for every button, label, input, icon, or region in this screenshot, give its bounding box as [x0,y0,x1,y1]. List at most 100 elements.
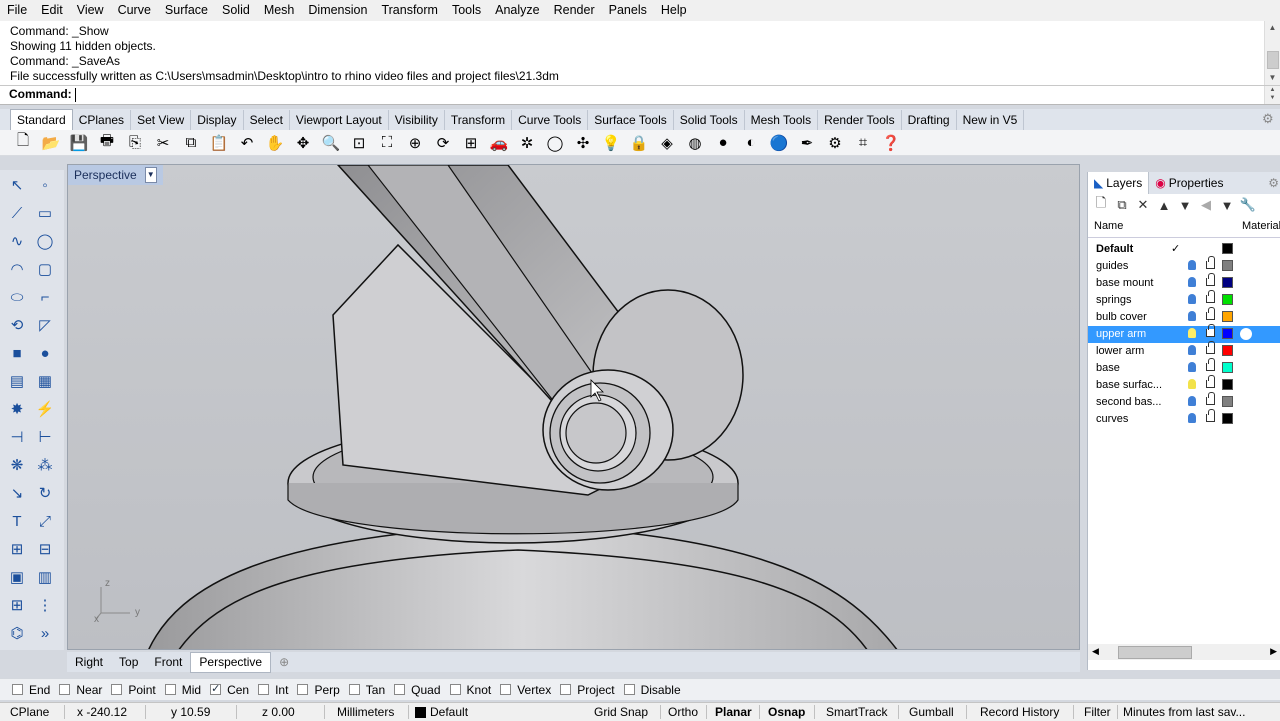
circle-icon[interactable]: ◯ [34,230,56,252]
point-icon[interactable]: ✣ [572,132,594,154]
perspective-viewport[interactable]: z y x Perspective ▼ [67,164,1080,650]
status-units[interactable]: Millimeters [337,703,394,721]
ortho-toggle[interactable]: Ortho [668,703,698,721]
pen-icon[interactable]: ✒ [796,132,818,154]
save-icon[interactable]: 💾 [68,132,90,154]
tab-mesh-tools[interactable]: Mesh Tools [745,110,819,130]
layer-name[interactable]: base mount [1096,277,1153,289]
menu-render[interactable]: Render [547,0,602,21]
column-material[interactable]: Material [1242,220,1280,232]
osnap-checkbox[interactable] [348,684,360,695]
layer-name[interactable]: springs [1096,294,1131,306]
tab-set-view[interactable]: Set View [131,110,192,130]
export-icon[interactable]: ⎘ [124,132,146,154]
curve-icon[interactable]: ∿ [6,230,28,252]
tools-icon[interactable]: 🔧 [1239,197,1257,213]
trim-icon[interactable]: ⊣ [6,426,28,448]
layer-name[interactable]: second bas... [1096,396,1161,408]
pan-icon[interactable]: ✋ [264,132,286,154]
filter-icon[interactable]: ▼ [1218,198,1236,213]
visibility-bulb-icon[interactable] [1188,311,1196,321]
cylinder-icon[interactable]: ▤ [6,370,28,392]
status-layer[interactable]: Default [430,703,468,721]
osnap-toggle[interactable]: Osnap [768,703,805,721]
lock-icon[interactable] [1206,256,1215,269]
layer-row[interactable]: second bas... [1088,392,1280,411]
point-icon[interactable]: ◦ [34,174,56,196]
grid-snap-toggle[interactable]: Grid Snap [594,703,648,721]
move-icon[interactable]: ↘ [6,482,28,504]
viewport-menu-dropdown-icon[interactable]: ▼ [144,167,157,183]
command-history-scrollbar[interactable]: ▲ ▼ [1264,21,1280,85]
osnap-cen[interactable]: Cen [210,682,249,697]
osnap-checkbox[interactable] [623,684,635,695]
four-viewports-icon[interactable]: ⊞ [460,132,482,154]
hatch-icon[interactable]: ▥ [34,566,56,588]
lock-icon[interactable] [1206,307,1215,320]
tab-standard[interactable]: Standard [10,109,73,130]
zoom-selected-icon[interactable]: ⊕ [404,132,426,154]
osnap-checkbox[interactable] [111,684,123,695]
osnap-end[interactable]: End [12,683,50,697]
filter-toggle[interactable]: Filter [1084,703,1111,721]
command-line-spinner[interactable]: ▲ ▼ [1264,86,1280,104]
tab-viewport-layout[interactable]: Viewport Layout [290,110,389,130]
zoom-icon[interactable]: 🔍 [320,132,342,154]
tab-select[interactable]: Select [244,110,290,130]
lock-icon[interactable] [1206,273,1215,286]
tab-curve-tools[interactable]: Curve Tools [512,110,589,130]
car-icon[interactable]: 🚗 [488,132,510,154]
scroll-down-arrow-icon[interactable]: ▼ [1265,71,1280,85]
arc-icon[interactable]: ◠ [6,258,28,280]
scroll-thumb[interactable] [1267,51,1279,69]
osnap-checkbox[interactable] [297,684,309,695]
undo-icon[interactable]: ↶ [236,132,258,154]
move-down-icon[interactable]: ▼ [1176,198,1194,213]
delete-layer-icon[interactable]: ✕ [1134,197,1152,213]
osnap-vertex[interactable]: Vertex [500,683,551,697]
ellipse-icon[interactable]: ⬭ [6,286,28,308]
tab-properties[interactable]: ◉ Properties [1149,172,1229,194]
scroll-right-arrow-icon[interactable]: ▶ [1270,646,1277,657]
visibility-bulb-icon[interactable] [1188,260,1196,270]
osnap-knot[interactable]: Knot [449,683,491,697]
layer-name[interactable]: base surfac... [1096,379,1162,391]
zoom-extents-icon[interactable]: ⛶ [376,132,398,154]
mesh-icon[interactable]: ❋ [6,454,28,476]
block-icon[interactable]: ⊟ [34,538,56,560]
open-file-icon[interactable]: 📂 [40,132,62,154]
visibility-bulb-icon[interactable] [1188,328,1196,338]
text-icon[interactable]: T [6,510,28,532]
lock-icon[interactable] [1206,375,1215,388]
tab-layers[interactable]: ◣ Layers [1088,172,1150,194]
osnap-checkbox[interactable] [12,684,23,695]
layer-row[interactable]: base [1088,358,1280,377]
layer-icon[interactable]: ◈ [656,132,678,154]
layer-row[interactable]: curves [1088,409,1280,428]
tab-surface-tools[interactable]: Surface Tools [588,110,674,130]
visibility-bulb-icon[interactable] [1188,294,1196,304]
zoom-window-icon[interactable]: ⊡ [348,132,370,154]
layer-row[interactable]: bulb cover [1088,307,1280,326]
visibility-bulb-icon[interactable] [1188,379,1196,389]
layer-name[interactable]: curves [1096,413,1128,425]
split-icon[interactable]: ⊢ [34,426,56,448]
add-viewport-icon[interactable]: ⊕ [271,653,297,672]
layer-row[interactable]: lower arm [1088,341,1280,360]
explode-icon[interactable]: ✸ [6,398,28,420]
lock-icon[interactable] [1206,409,1215,422]
scroll-left-arrow-icon[interactable]: ◀ [1092,646,1099,657]
sphere-icon[interactable]: ● [712,132,734,154]
osnap-checkbox[interactable] [258,684,270,695]
scroll-up-arrow-icon[interactable]: ▲ [1265,21,1280,35]
chamfer-icon[interactable]: ◸ [34,314,56,336]
gear-pan-icon[interactable]: ✲ [516,132,538,154]
sphere-group-icon[interactable]: ● [34,342,56,364]
layer-name[interactable]: upper arm [1096,328,1146,340]
layer-row[interactable]: springs [1088,290,1280,309]
move-view-icon[interactable]: ✥ [292,132,314,154]
menu-surface[interactable]: Surface [158,0,215,21]
gumball-toggle[interactable]: Gumball [909,703,954,721]
visibility-bulb-icon[interactable] [1188,345,1196,355]
new-sublayer-icon[interactable]: ⧉ [1113,197,1131,213]
